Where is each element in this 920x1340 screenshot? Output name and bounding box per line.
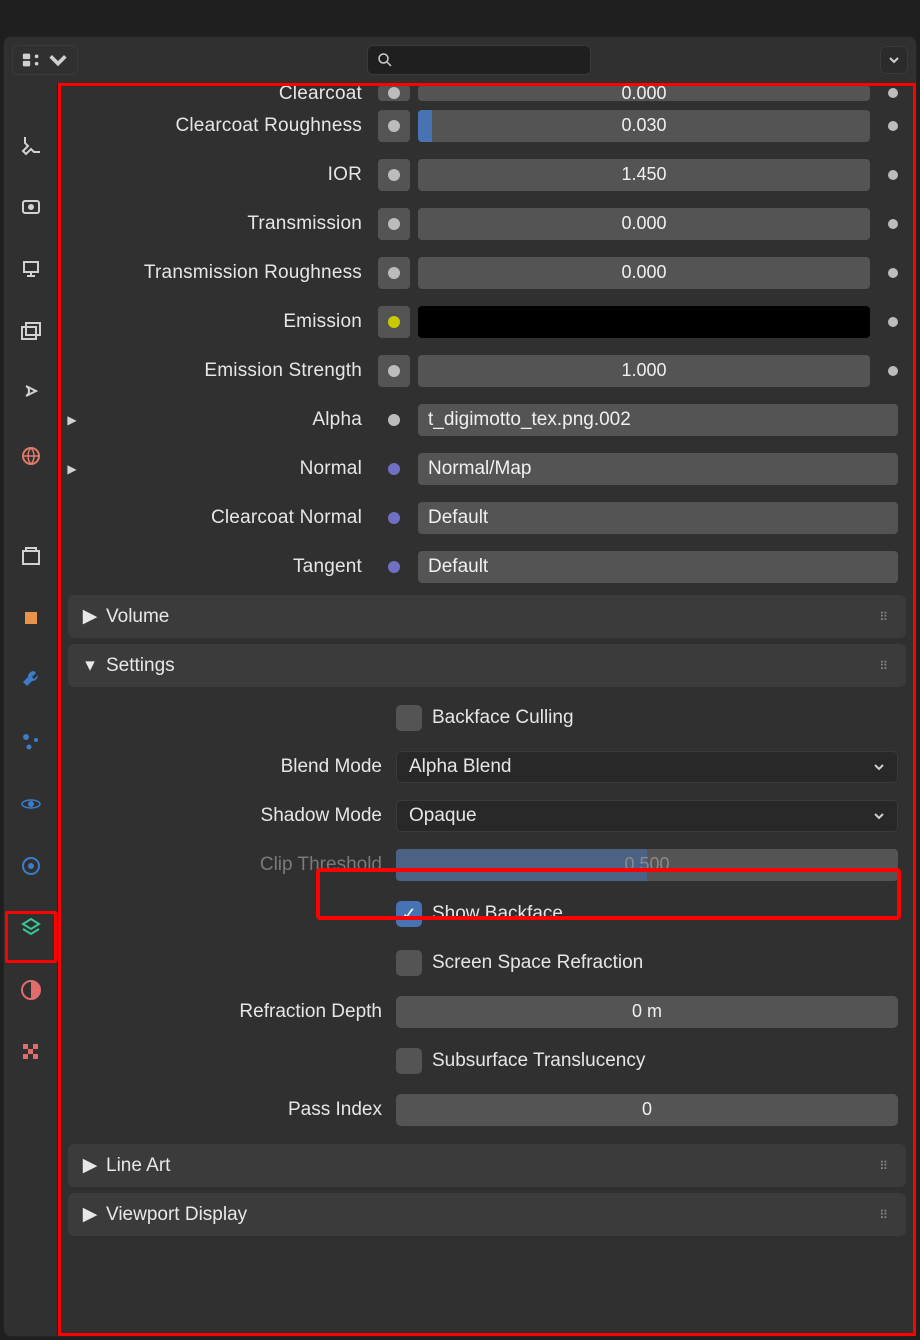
chevron-right-icon: ▶	[82, 605, 98, 628]
socket-emission[interactable]	[378, 306, 410, 338]
tab-tool[interactable]	[14, 129, 48, 163]
setting-refraction-depth: Refraction Depth 0 m	[58, 987, 916, 1036]
num-refraction-depth[interactable]: 0 m	[396, 996, 898, 1028]
link-normal[interactable]: Normal/Map	[418, 453, 898, 485]
prop-clearcoat: Clearcoat 0.000	[58, 85, 916, 101]
checkbox-sss[interactable]	[396, 1048, 422, 1074]
socket-clearcoat[interactable]	[378, 85, 410, 101]
socket-tangent[interactable]	[378, 551, 410, 583]
dropdown-shadow-mode[interactable]: Opaque	[396, 800, 898, 832]
tab-constraints[interactable]	[14, 849, 48, 883]
link-tangent[interactable]: Default	[418, 551, 898, 583]
slider-ior[interactable]: 1.450	[418, 159, 870, 191]
prop-clearcoat-roughness: Clearcoat Roughness 0.030	[58, 101, 916, 150]
checkbox-backface-culling[interactable]	[396, 705, 422, 731]
tab-scene[interactable]	[14, 377, 48, 411]
options-button[interactable]	[880, 46, 908, 74]
prop-emission: Emission	[58, 297, 916, 346]
dropdown-blend-mode[interactable]: Alpha Blend	[396, 751, 898, 783]
chevron-right-icon: ▶	[82, 1154, 98, 1177]
checkbox-ssr[interactable]	[396, 950, 422, 976]
setting-backface-culling: Backface Culling	[58, 693, 916, 742]
tab-collection[interactable]	[14, 539, 48, 573]
tab-world[interactable]	[14, 439, 48, 473]
num-pass-index[interactable]: 0	[396, 1094, 898, 1126]
prop-transmission: Transmission 0.000	[58, 199, 916, 248]
setting-ssr: Screen Space Refraction	[58, 938, 916, 987]
section-line-art[interactable]: ▶ Line Art ⠿	[68, 1144, 906, 1187]
properties-icon	[21, 49, 43, 71]
socket-clearcoat-roughness[interactable]	[378, 110, 410, 142]
search-input[interactable]	[367, 45, 591, 75]
slider-transmission[interactable]: 0.000	[418, 208, 870, 240]
properties-tabs	[4, 83, 58, 1336]
setting-blend-mode: Blend Mode Alpha Blend	[58, 742, 916, 791]
color-emission[interactable]	[418, 306, 870, 338]
tab-output[interactable]	[14, 253, 48, 287]
socket-ior[interactable]	[378, 159, 410, 191]
tab-material[interactable]	[14, 973, 48, 1007]
editor-type-selector[interactable]	[12, 45, 78, 75]
setting-shadow-mode: Shadow Mode Opaque	[58, 791, 916, 840]
drag-handle-icon[interactable]: ⠿	[879, 663, 890, 669]
tab-data[interactable]	[14, 911, 48, 945]
tab-particles[interactable]	[14, 725, 48, 759]
tab-modifier[interactable]	[14, 663, 48, 697]
chevron-down-icon: ▾	[82, 654, 98, 677]
chevron-right-icon: ▶	[82, 1203, 98, 1226]
socket-clearcoat-normal[interactable]	[378, 502, 410, 534]
prop-alpha: ▶ Alpha t_digimotto_tex.png.002	[58, 395, 916, 444]
link-alpha[interactable]: t_digimotto_tex.png.002	[418, 404, 898, 436]
socket-normal[interactable]	[378, 453, 410, 485]
socket-transmission[interactable]	[378, 208, 410, 240]
drag-handle-icon[interactable]: ⠿	[879, 1163, 890, 1169]
expand-normal[interactable]: ▶	[58, 462, 86, 476]
tab-texture[interactable]	[14, 1035, 48, 1069]
chevron-down-icon	[47, 49, 69, 71]
tab-physics[interactable]	[14, 787, 48, 821]
slider-clip-threshold: 0.500	[396, 849, 898, 881]
socket-transmission-roughness[interactable]	[378, 257, 410, 289]
prop-ior: IOR 1.450	[58, 150, 916, 199]
slider-emission-strength[interactable]: 1.000	[418, 355, 870, 387]
prop-tangent: Tangent Default	[58, 542, 916, 591]
search-icon	[376, 51, 394, 69]
setting-show-backface: Show Backface	[58, 889, 916, 938]
slider-transmission-roughness[interactable]: 0.000	[418, 257, 870, 289]
setting-sss: Subsurface Translucency	[58, 1036, 916, 1085]
prop-emission-strength: Emission Strength 1.000	[58, 346, 916, 395]
slider-clearcoat[interactable]: 0.000	[418, 85, 870, 101]
chevron-down-icon	[888, 54, 900, 66]
section-viewport-display[interactable]: ▶ Viewport Display ⠿	[68, 1193, 906, 1236]
link-clearcoat-normal[interactable]: Default	[418, 502, 898, 534]
slider-clearcoat-roughness[interactable]: 0.030	[418, 110, 870, 142]
setting-clip-threshold: Clip Threshold 0.500	[58, 840, 916, 889]
drag-handle-icon[interactable]: ⠿	[879, 614, 890, 620]
drag-handle-icon[interactable]: ⠿	[879, 1212, 890, 1218]
prop-clearcoat-normal: Clearcoat Normal Default	[58, 493, 916, 542]
chevron-down-icon	[873, 761, 885, 773]
tab-object[interactable]	[14, 601, 48, 635]
setting-pass-index: Pass Index 0	[58, 1085, 916, 1134]
socket-emission-strength[interactable]	[378, 355, 410, 387]
socket-alpha[interactable]	[378, 404, 410, 436]
tab-viewlayer[interactable]	[14, 315, 48, 349]
checkbox-show-backface[interactable]	[396, 901, 422, 927]
chevron-down-icon	[873, 810, 885, 822]
material-panel: Clearcoat 0.000 Clearcoat Roughness	[58, 83, 916, 1336]
tab-render[interactable]	[14, 191, 48, 225]
section-volume[interactable]: ▶ Volume ⠿	[68, 595, 906, 638]
prop-normal: ▶ Normal Normal/Map	[58, 444, 916, 493]
prop-transmission-roughness: Transmission Roughness 0.000	[58, 248, 916, 297]
expand-alpha[interactable]: ▶	[58, 413, 86, 427]
section-settings[interactable]: ▾ Settings ⠿	[68, 644, 906, 687]
